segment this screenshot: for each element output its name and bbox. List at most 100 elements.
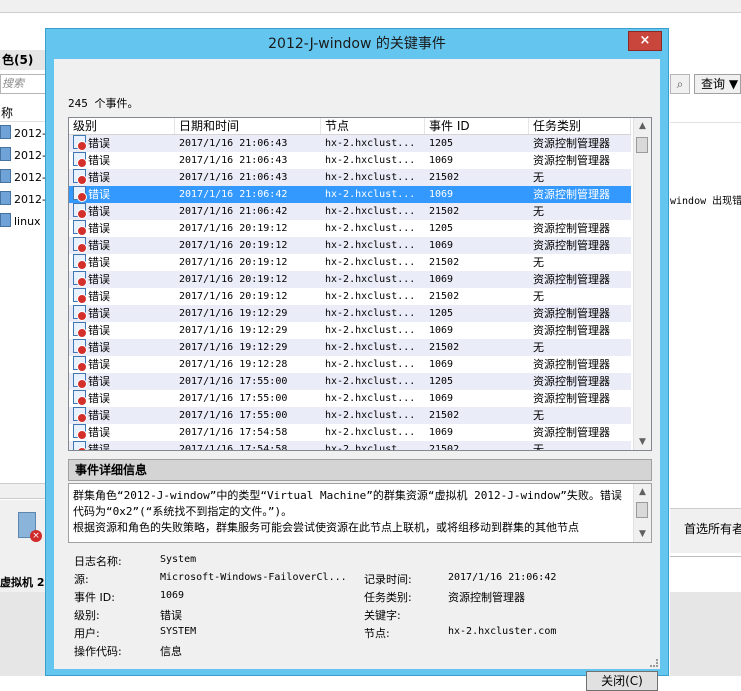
- cell-task-category: 无: [529, 288, 631, 305]
- scroll-up-arrow[interactable]: ▲: [634, 118, 651, 134]
- cell-datetime: 2017/1/16 20:19:12: [175, 254, 321, 271]
- event-list-scrollbar[interactable]: ▲ ▼: [633, 118, 651, 450]
- cell-event-id-text: 1205: [429, 308, 454, 319]
- event-row[interactable]: 错误 2017/1/16 20:19:12 hx-2.hxclust... 1069 资…: [69, 237, 631, 254]
- event-row[interactable]: 错误 2017/1/16 17:55:00 hx-2.hxclust... 1205 资…: [69, 373, 631, 390]
- scroll-thumb[interactable]: [636, 502, 648, 518]
- cell-datetime-text: 2017/1/16 21:06:43: [179, 172, 288, 183]
- column-node[interactable]: 节点: [321, 118, 425, 134]
- scroll-down-arrow[interactable]: ▼: [634, 434, 651, 450]
- cell-level-text: 错误: [88, 324, 110, 337]
- event-details-header: 事件详细信息: [68, 459, 652, 481]
- error-event-icon: [73, 322, 87, 338]
- column-level[interactable]: 级别: [69, 118, 175, 134]
- cell-task-category-text: 资源控制管理器: [533, 358, 610, 371]
- event-row[interactable]: 错误 2017/1/16 19:12:29 hx-2.hxclust... 1205 资…: [69, 305, 631, 322]
- event-row[interactable]: 错误 2017/1/16 21:06:42 hx-2.hxclust... 21502…: [69, 203, 631, 220]
- event-row[interactable]: 错误 2017/1/16 17:54:58 hx-2.hxclust... 1069 资…: [69, 424, 631, 441]
- cell-datetime-text: 2017/1/16 20:19:12: [179, 274, 288, 285]
- cell-level-text: 错误: [88, 307, 110, 320]
- scroll-up-arrow[interactable]: ▲: [634, 484, 651, 500]
- event-row[interactable]: 错误 2017/1/16 20:19:12 hx-2.hxclust... 1069 资…: [69, 271, 631, 288]
- event-list[interactable]: 级别 日期和时间 节点 事件 ID 任务类别 错误 2017/1/16 21:06…: [68, 117, 652, 451]
- cell-level: 错误: [69, 373, 175, 390]
- description-scrollbar[interactable]: ▲ ▼: [633, 484, 651, 542]
- cell-event-id: 1205: [425, 220, 529, 237]
- event-row[interactable]: 错误 2017/1/16 20:19:12 hx-2.hxclust... 21502…: [69, 288, 631, 305]
- cell-node: hx-2.hxclust...: [321, 373, 425, 390]
- cell-event-id: 1205: [425, 373, 529, 390]
- cell-node: hx-2.hxclust...: [321, 169, 425, 186]
- event-row[interactable]: 错误 2017/1/16 19:12:28 hx-2.hxclust... 1069 资…: [69, 356, 631, 373]
- background-list-item[interactable]: 2012-: [0, 124, 46, 144]
- keywords-label: 关键字:: [364, 609, 401, 622]
- background-horizontal-scrollbar[interactable]: [0, 483, 46, 499]
- cell-level: 错误: [69, 441, 175, 450]
- query-button[interactable]: 查询 ▼: [694, 74, 741, 94]
- cell-event-id-text: 1069: [429, 393, 454, 404]
- error-event-icon: [73, 169, 87, 185]
- cell-event-id-text: 1069: [429, 359, 454, 370]
- event-list-header: 级别 日期和时间 节点 事件 ID 任务类别: [69, 118, 631, 135]
- scroll-thumb[interactable]: [636, 137, 648, 153]
- cell-level: 错误: [69, 356, 175, 373]
- error-event-icon: [73, 356, 87, 372]
- background-divider: [670, 122, 741, 123]
- event-row[interactable]: 错误 2017/1/16 20:19:12 hx-2.hxclust... 21502…: [69, 254, 631, 271]
- vm-icon: [0, 213, 11, 227]
- cell-event-id: 21502: [425, 288, 529, 305]
- cell-node-text: hx-2.hxclust...: [325, 223, 416, 234]
- cell-node: hx-2.hxclust...: [321, 271, 425, 288]
- cell-datetime: 2017/1/16 20:19:12: [175, 237, 321, 254]
- cell-task-category: 资源控制管理器: [529, 390, 631, 407]
- event-row[interactable]: 错误 2017/1/16 19:12:29 hx-2.hxclust... 1069 资…: [69, 322, 631, 339]
- event-row[interactable]: 错误 2017/1/16 19:12:29 hx-2.hxclust... 21502…: [69, 339, 631, 356]
- cell-event-id-text: 1069: [429, 189, 454, 200]
- close-button[interactable]: 关闭(C): [586, 671, 658, 691]
- event-row[interactable]: 错误 2017/1/16 20:19:12 hx-2.hxclust... 1205 资…: [69, 220, 631, 237]
- resize-grip-icon[interactable]: [650, 659, 658, 667]
- column-task-category[interactable]: 任务类别: [529, 118, 631, 134]
- cell-task-category: 资源控制管理器: [529, 186, 631, 203]
- event-row[interactable]: 错误 2017/1/16 17:55:00 hx-2.hxclust... 21502…: [69, 407, 631, 424]
- column-event-id[interactable]: 事件 ID: [425, 118, 529, 134]
- cell-datetime-text: 2017/1/16 17:54:58: [179, 427, 288, 438]
- cell-level-text: 错误: [88, 205, 110, 218]
- cell-node-text: hx-2.hxclust...: [325, 342, 416, 353]
- cell-task-category: 无: [529, 203, 631, 220]
- cell-node: hx-2.hxclust...: [321, 390, 425, 407]
- error-event-icon: [73, 373, 87, 389]
- event-row[interactable]: 错误 2017/1/16 21:06:43 hx-2.hxclust... 1205 资…: [69, 135, 631, 152]
- column-datetime[interactable]: 日期和时间: [175, 118, 321, 134]
- cell-datetime: 2017/1/16 20:19:12: [175, 220, 321, 237]
- event-row[interactable]: 错误 2017/1/16 21:06:43 hx-2.hxclust... 1069 资…: [69, 152, 631, 169]
- dialog-title[interactable]: 2012-J-window 的关键事件: [46, 29, 668, 59]
- cell-event-id: 21502: [425, 339, 529, 356]
- event-row[interactable]: 错误 2017/1/16 17:55:00 hx-2.hxclust... 1069 资…: [69, 390, 631, 407]
- cell-node-text: hx-2.hxclust...: [325, 155, 416, 166]
- cell-datetime-text: 2017/1/16 19:12:28: [179, 359, 288, 370]
- background-column-name[interactable]: 称: [0, 104, 46, 122]
- source-label: 源:: [74, 573, 89, 586]
- background-search-input[interactable]: 搜索: [0, 74, 46, 94]
- search-icon[interactable]: ⌕: [670, 74, 690, 94]
- background-list-item[interactable]: 2012-: [0, 190, 46, 210]
- background-list-item[interactable]: 2012-: [0, 168, 46, 188]
- cell-task-category-text: 资源控制管理器: [533, 188, 610, 201]
- cell-event-id-text: 21502: [429, 444, 460, 451]
- cell-task-category: 资源控制管理器: [529, 356, 631, 373]
- cell-task-category-text: 资源控制管理器: [533, 154, 610, 167]
- event-row[interactable]: 错误 2017/1/16 17:54:58 hx-2.hxclust... 21502…: [69, 441, 631, 451]
- background-list-item[interactable]: linux: [0, 212, 46, 232]
- cell-datetime-text: 2017/1/16 21:06:42: [179, 206, 288, 217]
- event-row[interactable]: 错误 2017/1/16 21:06:42 hx-2.hxclust... 1069 资…: [69, 186, 631, 203]
- scroll-down-arrow[interactable]: ▼: [634, 526, 651, 542]
- close-icon[interactable]: ×: [628, 31, 662, 51]
- background-section-heading: 色(5): [0, 50, 46, 70]
- background-list-item[interactable]: 2012-: [0, 146, 46, 166]
- event-description-box[interactable]: 群集角色“2012-J-window”中的类型“Virtual Machine”…: [68, 483, 652, 543]
- cell-datetime-text: 2017/1/16 19:12:29: [179, 325, 288, 336]
- background-divider: [670, 556, 741, 557]
- cell-datetime-text: 2017/1/16 19:12:29: [179, 342, 288, 353]
- event-row[interactable]: 错误 2017/1/16 21:06:43 hx-2.hxclust... 21502…: [69, 169, 631, 186]
